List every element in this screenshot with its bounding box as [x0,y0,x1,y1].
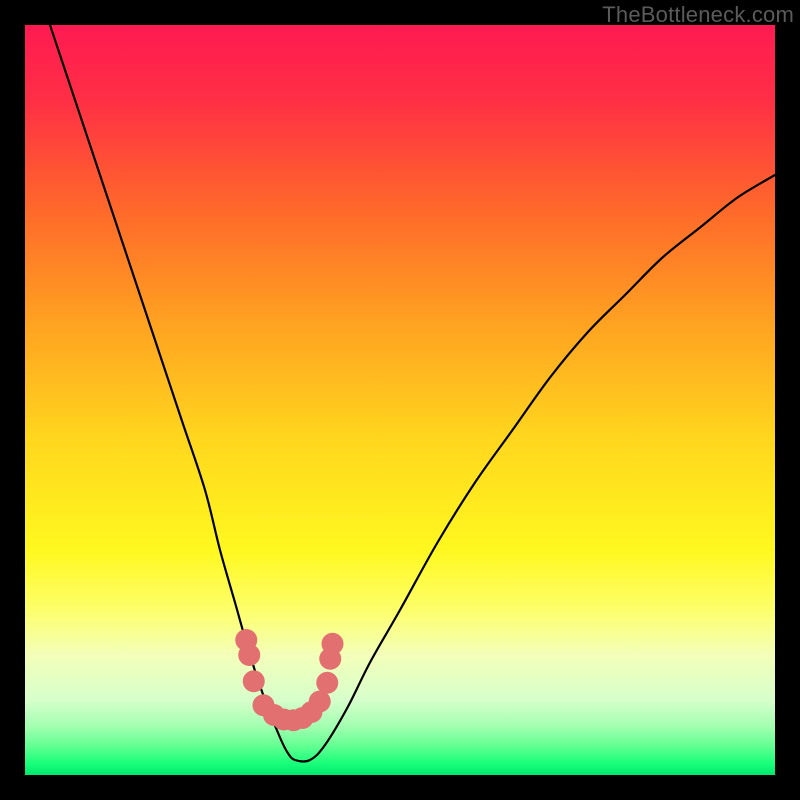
marker-dot [243,670,265,692]
marker-dot [309,691,331,713]
marker-dot [238,644,260,666]
chart-frame [25,25,775,775]
gradient-background [25,25,775,775]
marker-dot [316,672,338,694]
marker-dot [322,633,344,655]
watermark-text: TheBottleneck.com [602,2,794,28]
chart-svg [25,25,775,775]
